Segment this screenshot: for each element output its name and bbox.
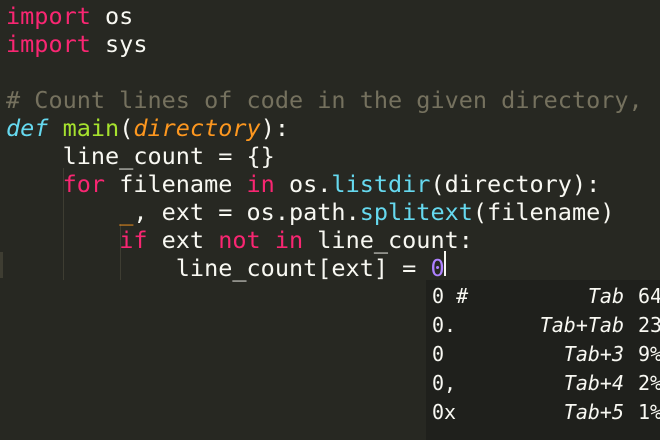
shortcut-label: Tab xyxy=(587,284,624,308)
completion-text: 0x xyxy=(432,400,457,424)
code-token: # Count lines of code in the given direc… xyxy=(6,86,643,114)
code-token: main xyxy=(62,114,120,142)
current-line-marker xyxy=(0,252,3,278)
code-token: not in xyxy=(218,226,304,254)
code-token: in xyxy=(246,170,275,198)
probability-label: 64% xyxy=(638,284,660,308)
shortcut-label: Tab+Tab xyxy=(539,313,624,337)
code-token: (filename) xyxy=(472,198,615,226)
code-token: ext xyxy=(147,226,219,254)
code-token: for xyxy=(62,170,106,198)
completion-text: 0, xyxy=(432,371,457,395)
autocomplete-item[interactable]: 0. Tab+Tab 23% xyxy=(426,311,660,340)
autocomplete-item[interactable]: 0 # Tab 64% xyxy=(426,282,660,311)
completion-text: 0 xyxy=(432,342,445,366)
code-token: sys xyxy=(90,30,148,58)
code-line[interactable]: _, ext = os.path.splitext(filename) xyxy=(6,198,614,226)
autocomplete-popup[interactable]: 0 # Tab 64% 0. Tab+Tab 23% 0 Tab+3 9% 0, Tab+4 2% 0x… xyxy=(426,280,660,440)
code-token: def xyxy=(6,114,49,142)
code-line[interactable]: if ext not in line_count: xyxy=(6,226,473,254)
code-token: , ext = os.path. xyxy=(133,198,360,226)
autocomplete-item[interactable]: 0, Tab+4 2% xyxy=(426,369,660,398)
code-token: ): xyxy=(260,114,289,142)
code-token: line_count = {} xyxy=(6,142,275,170)
completion-text: 0. xyxy=(432,313,457,337)
code-token: ( xyxy=(119,114,134,142)
probability-label: 23% xyxy=(638,313,660,337)
shortcut-label: Tab+3 xyxy=(563,342,624,366)
completion-text: 0 # xyxy=(432,284,469,308)
code-line[interactable]: line_count = {} xyxy=(6,142,275,170)
code-token: import xyxy=(6,30,91,58)
code-token: if xyxy=(119,226,148,254)
code-token: os. xyxy=(274,170,332,198)
probability-label: 1% xyxy=(638,400,660,424)
autocomplete-item[interactable]: 0 Tab+3 9% xyxy=(426,340,660,369)
code-token: _ xyxy=(119,198,134,226)
code-line[interactable]: import os xyxy=(6,2,133,30)
code-line[interactable]: for filename in os.listdir(directory): xyxy=(6,170,601,198)
autocomplete-item[interactable]: 0x Tab+5 1% xyxy=(426,398,660,427)
code-line[interactable]: # Count lines of code in the given direc… xyxy=(6,86,643,114)
code-token: filename xyxy=(105,170,247,198)
code-token: os xyxy=(90,2,134,30)
code-token: 0 xyxy=(430,254,445,282)
code-token: listdir xyxy=(331,170,431,198)
code-token: (directory): xyxy=(430,170,601,198)
code-token: directory xyxy=(133,114,261,142)
shortcut-label: Tab+4 xyxy=(563,371,624,395)
code-token: line_count[ext] = xyxy=(6,254,431,282)
text-cursor xyxy=(444,251,446,276)
code-token: splitext xyxy=(359,198,473,226)
code-line[interactable]: line_count[ext] = 0 xyxy=(6,254,445,282)
code-line[interactable]: def main(directory): xyxy=(6,114,289,142)
probability-label: 9% xyxy=(638,342,660,366)
code-line[interactable]: import sys xyxy=(6,30,147,58)
code-token: import xyxy=(6,2,91,30)
probability-label: 2% xyxy=(638,371,660,395)
code-token: line_count: xyxy=(303,226,473,254)
shortcut-label: Tab+5 xyxy=(563,400,624,424)
